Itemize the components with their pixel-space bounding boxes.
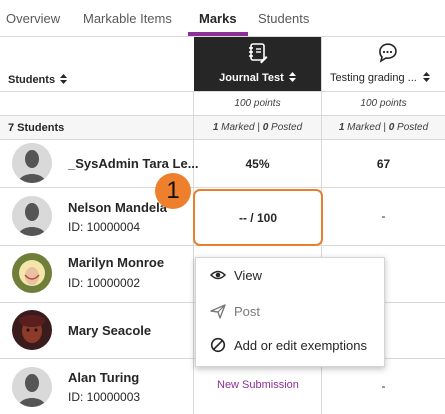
students-header-label: Students	[8, 74, 56, 86]
column-header-testing-grading[interactable]: Testing grading ...	[321, 37, 445, 91]
student-name[interactable]: Marilyn Monroe	[68, 255, 164, 270]
column-header-journal-test[interactable]: Journal Test	[194, 37, 321, 91]
grade-context-menu: View Post Add or edit exemptions	[195, 257, 385, 367]
sort-icon	[60, 74, 68, 84]
new-submission-link[interactable]: New Submission	[217, 379, 299, 391]
menu-item-exemptions[interactable]: Add or edit exemptions	[196, 329, 386, 361]
active-tab-indicator	[188, 32, 248, 36]
testing-grading-header-label: Testing grading ...	[330, 72, 430, 84]
default-avatar-icon	[12, 367, 52, 407]
grade-value: -- / 100	[238, 211, 277, 225]
sort-icon	[288, 72, 296, 82]
student-count: 7 Students	[8, 122, 65, 134]
avatar	[12, 196, 52, 236]
tab-markable-items[interactable]: Markable Items	[83, 11, 172, 26]
sort-icon	[422, 72, 430, 82]
default-avatar-icon	[12, 143, 52, 183]
menu-item-view[interactable]: View	[196, 259, 386, 291]
avatar	[12, 253, 52, 293]
divider	[0, 115, 445, 116]
student-name[interactable]: Alan Turing	[68, 370, 139, 385]
journal-test-points: 100 points	[234, 98, 281, 109]
divider	[0, 187, 445, 188]
default-avatar-icon	[12, 196, 52, 236]
grade-cell[interactable]: -	[322, 209, 445, 223]
menu-item-label: Add or edit exemptions	[234, 338, 367, 353]
menu-item-label: Post	[234, 304, 261, 319]
student-name[interactable]: _SysAdmin Tara Le...	[68, 156, 199, 171]
divider	[0, 91, 445, 92]
eye-icon	[210, 270, 226, 280]
avatar	[12, 143, 52, 183]
tab-marks[interactable]: Marks	[199, 11, 237, 26]
testing-grading-marked-summary: 1 Marked | 0 Posted	[338, 122, 429, 133]
grade-cell[interactable]: -	[322, 379, 445, 393]
exemption-icon	[210, 337, 226, 353]
tab-students[interactable]: Students	[258, 11, 309, 26]
student-name[interactable]: Nelson Mandela	[68, 200, 167, 215]
tab-bar: Overview Markable Items Marks Students	[0, 0, 445, 37]
profile-photo	[12, 310, 52, 350]
grade-cell[interactable]: 67	[322, 157, 445, 171]
student-id: ID: 10000002	[68, 276, 141, 290]
profile-photo	[12, 253, 52, 293]
divider	[0, 139, 445, 140]
tab-overview[interactable]: Overview	[6, 11, 60, 26]
menu-item-post[interactable]: Post	[196, 295, 386, 327]
journal-test-header-label: Journal Test	[194, 72, 321, 84]
student-name[interactable]: Mary Seacole	[68, 323, 151, 338]
grade-input-cell[interactable]: -- / 100	[193, 189, 323, 246]
step-callout-badge: 1	[155, 173, 191, 209]
divider	[193, 91, 194, 414]
students-column-header[interactable]: Students	[8, 74, 68, 86]
journal-test-marked-summary: 1 Marked | 0 Posted	[212, 122, 303, 133]
avatar	[12, 310, 52, 350]
menu-item-label: View	[234, 268, 262, 283]
avatar	[12, 367, 52, 407]
journal-icon	[249, 43, 268, 64]
student-id: ID: 10000004	[68, 220, 141, 234]
discussion-icon	[379, 43, 397, 63]
grade-cell[interactable]: 45%	[194, 157, 321, 171]
send-icon	[210, 304, 226, 319]
testing-grading-points: 100 points	[360, 98, 407, 109]
student-id: ID: 10000003	[68, 390, 141, 404]
